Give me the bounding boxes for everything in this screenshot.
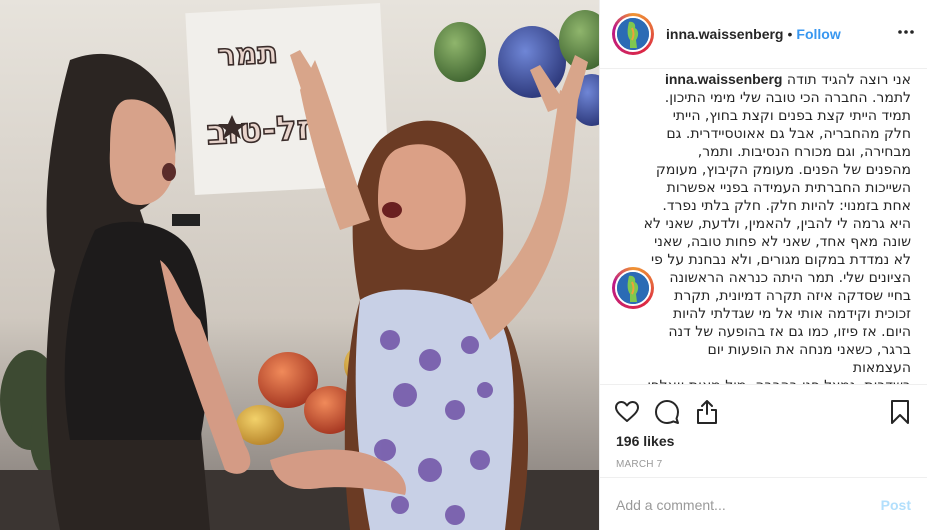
likes-count[interactable]: 196 likes [616,433,674,449]
caption-avatar-ring[interactable] [612,267,654,309]
post-photo[interactable]: תמר מזל-טוב [0,0,599,530]
caption-username-link[interactable]: inna.waissenberg [665,71,782,87]
birthday-banner: תמר מזל-טוב [185,2,390,195]
username-link[interactable]: inna.waissenberg [666,26,783,42]
comment-bubble-icon[interactable] [654,399,680,425]
caption-text: אני רוצה להגיד תודה לתמר. החברה הכי טובה… [643,72,911,384]
comment-input[interactable] [616,496,881,513]
more-options-icon[interactable] [897,22,915,46]
avatar[interactable] [615,16,651,52]
post-actions: 196 likes MARCH 7 Post [600,384,927,530]
post-comment-button[interactable]: Post [881,497,911,513]
add-comment-bar: Post [600,477,927,530]
ellipsis-icon [898,30,914,34]
share-icon[interactable] [694,399,720,425]
heart-icon[interactable] [614,399,640,425]
follow-button[interactable]: Follow [796,26,840,42]
photo-illustration: תמר מזל-טוב [0,0,599,530]
avatar-image [617,272,649,304]
caption-avatar[interactable] [615,270,651,306]
post-header: inna.waissenberg • Follow [600,0,927,69]
separator-dot: • [787,26,793,42]
bookmark-icon[interactable] [887,399,913,425]
post-side-panel: inna.waissenberg • Follow inna.waissenbe… [599,0,927,530]
action-icons-row [614,399,913,425]
post-caption: inna.waissenberg אני רוצה להגיד תודה לתמ… [612,70,911,384]
comments-area[interactable]: inna.waissenberg אני רוצה להגיד תודה לתמ… [600,70,927,384]
avatar-image [617,18,649,50]
svg-text:תמר: תמר [217,35,279,73]
story-ring[interactable] [612,13,654,55]
post-date[interactable]: MARCH 7 [616,459,662,470]
